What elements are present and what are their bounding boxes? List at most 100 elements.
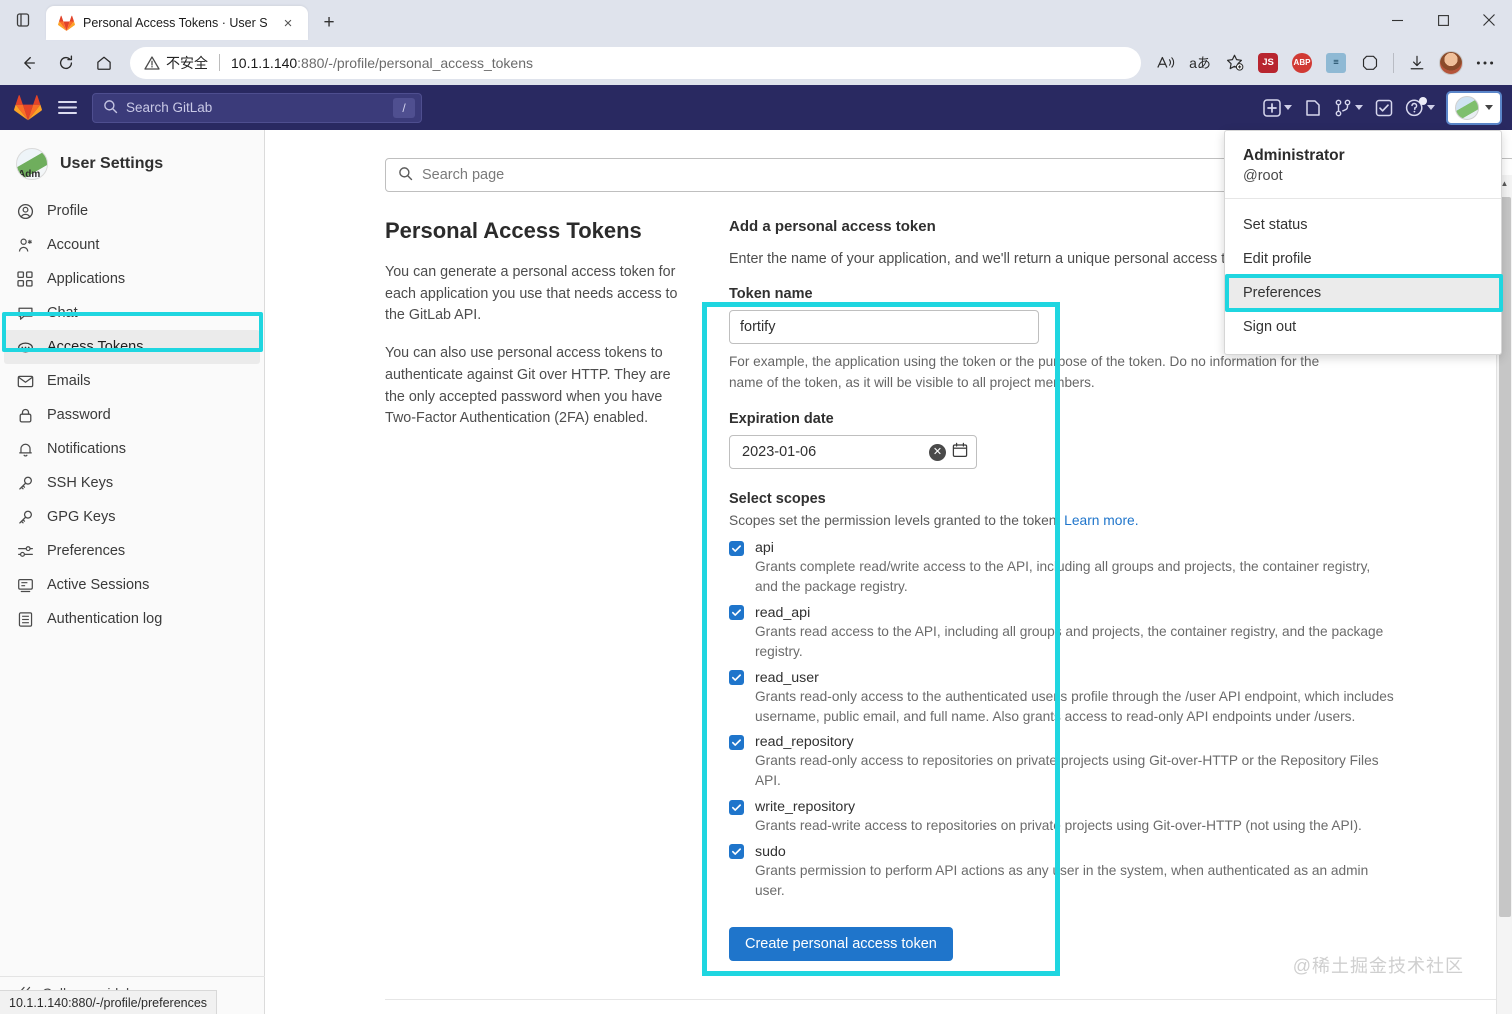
status-bar-url: 10.1.1.140:880/-/profile/preferences [0,990,218,1014]
scope-checkbox-read-repository[interactable] [729,734,744,750]
minimize-icon[interactable] [1374,0,1420,40]
collections-icon[interactable] [1353,46,1387,80]
user-avatar-button[interactable] [1446,90,1502,125]
toolbar-right-group: aあ JS ABP ≡ [1149,46,1502,80]
user-handle: @root [1243,168,1283,184]
intro-paragraph-2: You can also use personal access tokens … [385,345,671,427]
sidebar-item-preferences[interactable]: Preferences [0,534,264,568]
watermark: @稀土掘金技术社区 [1292,956,1464,976]
page-title: User Settings [60,155,164,172]
scope-name: api [755,540,774,557]
new-tab-button[interactable]: + [312,6,346,40]
scope-checkbox-sudo[interactable] [729,844,744,860]
learn-more-link[interactable]: Learn more. [1064,513,1138,528]
calendar-icon[interactable] [952,442,968,462]
intro-column: Personal Access Tokens You can generate … [385,218,685,961]
browser-tab[interactable]: Personal Access Tokens · User Se × [46,6,308,40]
sidebar-item-label: Applications [47,271,126,287]
scope-description: Grants permission to perform API actions… [755,862,1369,898]
scope-checkbox-write-repository[interactable] [729,799,744,815]
sidebar-item-active-sessions[interactable]: Active Sessions [0,568,264,602]
translate-icon[interactable]: aあ [1183,46,1217,80]
sidebar-item-notifications[interactable]: Notifications [0,432,264,466]
todos-icon[interactable] [1370,92,1398,124]
sidebar-item-password[interactable]: Password [0,398,264,432]
chevron-down-icon [1427,105,1435,110]
scope-name: sudo [755,843,786,860]
tab-actions-icon[interactable] [0,0,46,40]
sidebar-item-account[interactable]: Account [0,228,264,262]
home-icon[interactable] [86,46,122,80]
gitlab-logo-icon[interactable] [14,94,42,122]
url-host: 10.1.1.140 [231,54,298,71]
scope-name: read_user [755,669,819,686]
more-options-icon[interactable] [1468,46,1502,80]
adblock-plus-icon[interactable]: ABP [1285,46,1319,80]
sidebar-item-label: Profile [47,203,89,219]
scopes-sub-text: Scopes set the permission levels granted… [729,513,1512,528]
menu-item-preferences[interactable]: Preferences [1225,276,1501,310]
help-icon[interactable] [1400,92,1440,124]
scope-row: api Grants complete read/write access to… [729,540,1512,597]
plus-icon[interactable] [1258,92,1297,124]
user-menu-header: Administrator @root [1225,131,1501,199]
expiration-date-value: 2023-01-06 [742,444,817,461]
address-bar[interactable]: 不安全 10.1.1.140:880/-/profile/personal_ac… [130,46,1141,79]
scope-checkbox-read-api[interactable] [729,605,744,621]
scope-row: read_repository Grants read-only access … [729,734,1512,791]
token-name-input[interactable]: fortify [729,310,1039,345]
search-shortcut-key: / [393,97,415,118]
back-icon[interactable] [10,46,46,80]
downloads-icon[interactable] [1400,46,1434,80]
reading-list-icon[interactable]: ≡ [1319,46,1353,80]
sidebar-item-label: Active Sessions [47,577,150,593]
read-aloud-icon[interactable] [1149,46,1183,80]
scope-checkbox-api[interactable] [729,540,744,556]
menu-item-set-status[interactable]: Set status [1225,208,1501,242]
sidebar-item-gpg-keys[interactable]: GPG Keys [0,500,264,534]
insecure-warning-icon [144,55,160,71]
scope-row: write_repository Grants read-write acces… [729,799,1512,836]
favorites-add-icon[interactable] [1217,46,1251,80]
clear-x-icon[interactable]: ✕ [929,443,946,461]
expiration-date-input[interactable]: 2023-01-06 ✕ [729,435,977,470]
close-window-icon[interactable] [1466,0,1512,40]
key-icon [16,508,34,526]
search-input[interactable]: Search GitLab / [92,92,422,123]
sidebar-item-label: Notifications [47,441,126,457]
js-extension-icon[interactable]: JS [1251,46,1285,80]
sidebar-item-ssh-keys[interactable]: SSH Keys [0,466,264,500]
merge-requests-icon[interactable] [1329,92,1368,124]
chevron-down-icon [1355,105,1363,110]
menu-item-sign-out[interactable]: Sign out [1225,310,1501,344]
scope-description: Grants read-write access to repositories… [755,818,1362,834]
key-icon [16,474,34,492]
scope-row: read_api Grants read access to the API, … [729,605,1512,662]
sidebar-item-profile[interactable]: Profile [0,194,264,228]
url-path: /-/profile/personal_access_tokens [324,54,533,71]
close-icon[interactable]: × [276,11,300,35]
sidebar-item-applications[interactable]: Applications [0,262,264,296]
search-page-placeholder: Search page [422,167,505,183]
create-personal-access-token-button[interactable]: Create personal access token [729,926,953,961]
gitlab-navbar: Search GitLab / [0,85,1512,130]
main-menu-icon[interactable] [52,93,82,123]
scope-checkbox-read-user[interactable] [729,670,744,686]
url-text: 10.1.1.140:880/-/profile/personal_access… [231,55,533,71]
chevron-down-icon [1485,105,1493,110]
scope-description: Grants read-only access to the authentic… [755,688,1394,724]
maximize-icon[interactable] [1420,0,1466,40]
sidebar-item-label: Preferences [47,543,126,559]
sidebar-item-chat[interactable]: Chat [0,296,264,330]
sidebar-item-label: Chat [47,305,78,321]
sliders-icon [16,542,34,560]
sidebar-item-access-tokens[interactable]: Access Tokens [4,330,260,364]
issues-icon[interactable] [1299,92,1327,124]
sidebar-item-authentication-log[interactable]: Authentication log [0,602,264,636]
reload-icon[interactable] [48,46,84,80]
browser-profile-avatar[interactable] [1434,46,1468,80]
security-label: 不安全 [166,54,208,71]
sidebar-item-emails[interactable]: Emails [0,364,264,398]
menu-item-edit-profile[interactable]: Edit profile [1225,242,1501,276]
monitor-icon [16,576,34,594]
